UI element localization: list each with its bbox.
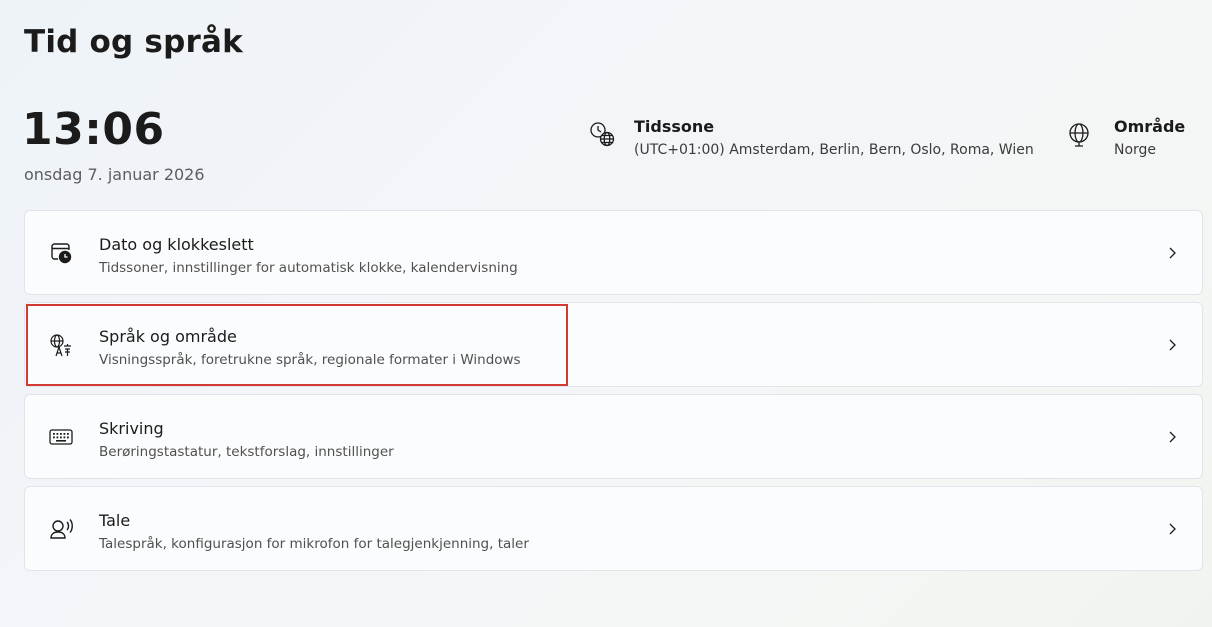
region-title: Område — [1114, 117, 1186, 136]
card-title: Skriving — [99, 419, 164, 438]
card-subtitle: Tidssoner, innstillinger for automatisk … — [99, 260, 518, 276]
card-language-region[interactable]: Språk og område Visningsspråk, foretrukn… — [24, 302, 1203, 387]
clock-globe-icon — [588, 120, 616, 148]
card-title: Dato og klokkeslett — [99, 235, 254, 254]
timezone-title: Tidssone — [634, 117, 715, 136]
language-icon — [48, 332, 74, 358]
card-speech[interactable]: Tale Talespråk, konfigurasjon for mikrof… — [24, 486, 1203, 571]
settings-list: Dato og klokkeslett Tidssoner, innstilli… — [24, 210, 1203, 578]
region-value: Norge — [1114, 142, 1157, 158]
card-subtitle: Talespråk, konfigurasjon for mikrofon fo… — [99, 536, 529, 552]
timezone-value: (UTC+01:00) Amsterdam, Berlin, Bern, Osl… — [634, 142, 1034, 158]
card-subtitle: Visningsspråk, foretrukne språk, regiona… — [99, 352, 521, 368]
keyboard-icon — [48, 424, 74, 450]
clock-date: onsdag 7. januar 2026 — [24, 165, 205, 184]
clock-time: 13:06 — [22, 104, 165, 155]
calendar-clock-icon — [48, 240, 74, 266]
card-date-time[interactable]: Dato og klokkeslett Tidssoner, innstilli… — [24, 210, 1203, 295]
globe-icon — [1066, 120, 1094, 148]
card-title: Språk og område — [99, 327, 237, 346]
card-title: Tale — [99, 511, 131, 530]
card-subtitle: Berøringstastatur, tekstforslag, innstil… — [99, 444, 394, 460]
chevron-right-icon — [1164, 429, 1180, 445]
speech-icon — [48, 516, 74, 542]
chevron-right-icon — [1164, 245, 1180, 261]
chevron-right-icon — [1164, 337, 1180, 353]
region-info: Område Norge — [1066, 116, 1185, 161]
timezone-info: Tidssone (UTC+01:00) Amsterdam, Berlin, … — [588, 116, 1034, 161]
card-typing[interactable]: Skriving Berøringstastatur, tekstforslag… — [24, 394, 1203, 479]
chevron-right-icon — [1164, 521, 1180, 537]
page-title: Tid og språk — [24, 24, 243, 60]
